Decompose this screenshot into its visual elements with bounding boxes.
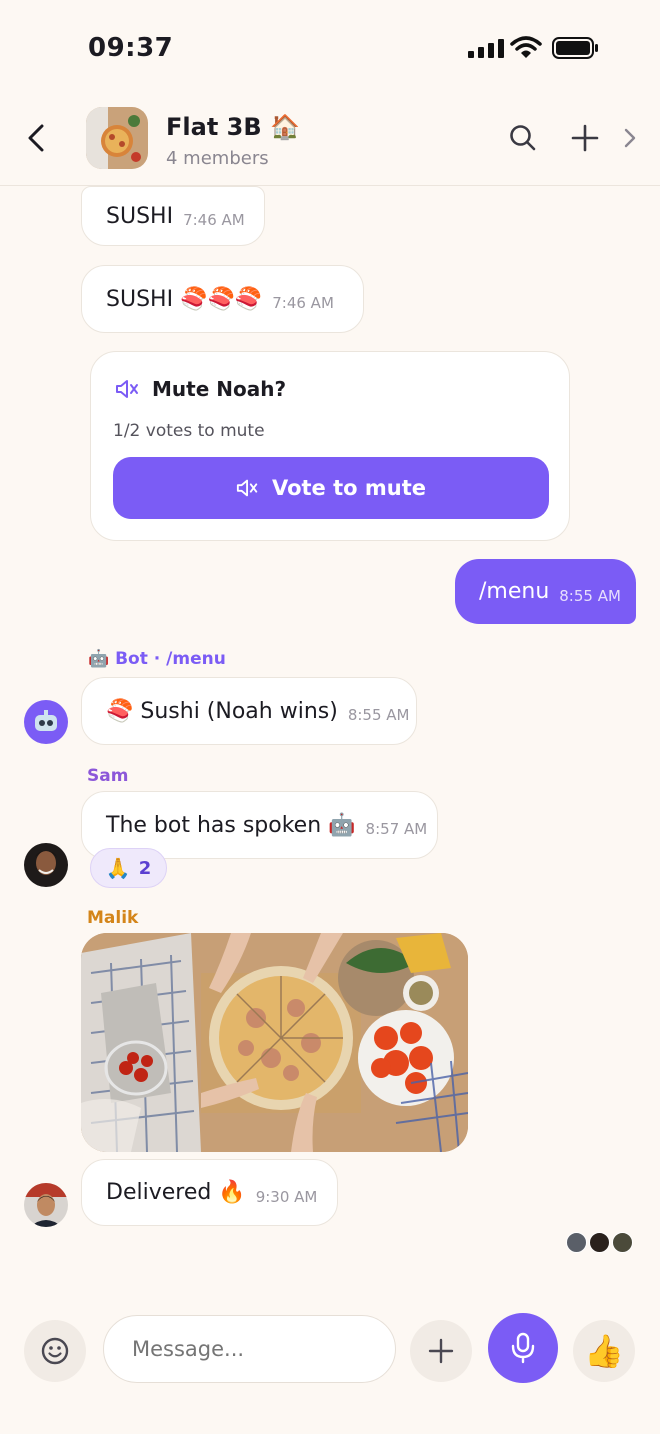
add-icon[interactable] [570,123,600,153]
reaction-chip[interactable]: 🙏 2 [90,848,167,888]
message-text: Delivered 🔥 [106,1180,246,1205]
chat-title: Flat 3B 🏠 [166,113,300,141]
attach-button[interactable] [410,1320,472,1382]
message-time: 7:46 AM [183,211,245,229]
sender-name-malik: Malik [87,908,139,928]
voice-record-button[interactable] [488,1313,558,1383]
reaction-emoji: 🙏 [105,856,131,880]
member-count: 4 members [166,148,269,169]
vote-to-mute-button[interactable]: Vote to mute [113,457,549,519]
mute-icon [236,479,258,497]
message-text: SUSHI [106,203,174,229]
message-time: 8:55 AM [559,586,621,605]
message-text: 🍣 Sushi (Noah wins) [106,698,338,724]
malik-avatar[interactable] [24,1183,68,1227]
message-bubble[interactable]: SUSHI 7:46 AM [81,186,265,246]
smiley-icon [41,1337,69,1365]
pizza-photo[interactable] [81,933,468,1152]
sender-name-bot: 🤖 Bot · /menu [88,649,226,669]
message-time: 8:55 AM [347,706,410,724]
read-receipts [566,1232,633,1253]
read-receipt-avatar [589,1232,610,1253]
message-text: SUSHI 🍣🍣🍣 [106,286,263,312]
message-time: 9:30 AM [255,1187,318,1206]
message-text: The bot has spoken 🤖 [106,812,356,838]
vote-button-label: Vote to mute [271,476,426,500]
outgoing-message-bubble[interactable]: /menu 8:55 AM [455,559,636,624]
reaction-count: 2 [138,857,152,879]
read-receipt-avatar [566,1232,587,1253]
group-avatar[interactable] [86,107,148,169]
read-receipt-avatar [612,1232,633,1253]
message-text: /menu [479,579,550,604]
thumbs-up-icon: 👍 [584,1332,624,1370]
message-input[interactable] [103,1315,396,1383]
status-time: 09:37 [88,33,174,63]
message-time: 7:46 AM [272,294,334,312]
microphone-icon [511,1332,535,1364]
emoji-button[interactable] [24,1320,86,1382]
sam-avatar[interactable] [24,843,68,887]
cellular-signal-icon [468,38,504,58]
chevron-right-icon[interactable] [622,127,638,149]
thumbs-up-button[interactable]: 👍 [573,1320,635,1382]
back-icon[interactable] [24,122,50,154]
mute-poll-card: Mute Noah? 1/2 votes to mute Vote to mut… [90,351,570,541]
message-bubble[interactable]: 🍣 Sushi (Noah wins) 8:55 AM [81,677,417,745]
wifi-icon [510,36,542,58]
message-bubble[interactable]: SUSHI 🍣🍣🍣 7:46 AM [81,265,364,333]
sender-name-sam: Sam [87,766,129,786]
mute-icon [116,380,138,398]
poll-title: Mute Noah? [152,377,287,401]
battery-icon [552,37,598,59]
message-time: 8:57 AM [365,820,428,838]
poll-vote-count: 1/2 votes to mute [113,421,265,441]
bot-avatar[interactable] [24,700,68,744]
message-bubble[interactable]: Delivered 🔥 9:30 AM [81,1159,338,1226]
plus-icon [428,1338,454,1364]
search-icon[interactable] [509,124,537,152]
